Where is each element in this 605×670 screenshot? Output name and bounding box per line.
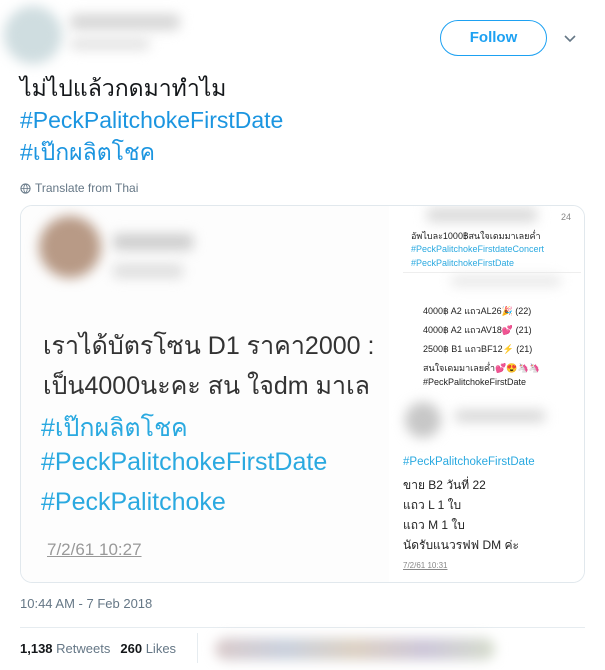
photo-hashtag: #PeckPalitchokeFirstDate bbox=[411, 258, 515, 268]
photo-avatar bbox=[39, 216, 101, 278]
photo-text-line: แถว L 1 ใบ bbox=[403, 498, 462, 512]
photo-username bbox=[113, 264, 183, 278]
photo-text-line: สนใจเดมมาเลยค่ำ💕😍🦄🦄 bbox=[423, 363, 540, 373]
tweet-media[interactable]: เราได้บัตรโซน D1 ราคา2000 : เป็น4000นะคะ… bbox=[20, 205, 585, 583]
photo-text-line: 2500฿ B1 แถวBF12⚡ (21) bbox=[423, 344, 533, 354]
follow-button[interactable]: Follow bbox=[440, 20, 547, 56]
photo-text-line: อัพไบละ1000฿สนใจเดมมาเลยค่ำ bbox=[411, 231, 541, 241]
photo-text-line: #PeckPalitchokeFirstDate bbox=[423, 377, 527, 387]
photo-name bbox=[451, 276, 561, 286]
photo-date: 7/2/61 10:31 bbox=[403, 561, 448, 570]
translate-link[interactable]: Translate from Thai bbox=[20, 181, 138, 195]
likes-label: Likes bbox=[145, 641, 177, 656]
photo-text-line: เราได้บัตรโซน D1 ราคา2000 : bbox=[43, 332, 375, 360]
tweet-stats: 1,138 Retweets 260 Likes bbox=[20, 641, 176, 656]
likes-count: 260 bbox=[120, 641, 143, 656]
retweets-stat[interactable]: 1,138 Retweets bbox=[20, 641, 110, 656]
media-photo-left[interactable]: เราได้บัตรโซน D1 ราคา2000 : เป็น4000นะคะ… bbox=[21, 206, 389, 582]
screenshot-divider bbox=[403, 272, 581, 273]
tweet-timestamp[interactable]: 10:44 AM - 7 Feb 2018 bbox=[20, 596, 152, 611]
globe-icon bbox=[20, 182, 31, 194]
photo-name bbox=[113, 234, 193, 250]
photo-text-line: เป็น4000นะคะ สน ใจdm มาเล bbox=[43, 372, 370, 400]
photo-text-line: 4000฿ A2 แถวAV18💕 (21) bbox=[423, 325, 532, 335]
likes-stat[interactable]: 260 Likes bbox=[120, 641, 176, 656]
photo-time: 24 bbox=[561, 212, 572, 222]
photo-date: 7/2/61 10:27 bbox=[47, 540, 142, 559]
media-photo-right[interactable]: 24 อัพไบละ1000฿สนใจเดมมาเลยค่ำ #PeckPali… bbox=[391, 206, 584, 582]
photo-hashtag: #PeckPalitchoke bbox=[41, 488, 226, 516]
translate-label: Translate from Thai bbox=[35, 181, 139, 195]
photo-hashtag: #PeckPalitchokeFirstDate bbox=[41, 448, 328, 476]
photo-hashtag: #PeckPalitchokeFirstDate bbox=[403, 456, 535, 468]
photo-text-line: 4000฿ A2 แถวAL26🎉 (22) bbox=[423, 306, 532, 316]
retweets-count: 1,138 bbox=[20, 641, 53, 656]
photo-text-line: ขาย B2 วันที่ 22 bbox=[403, 478, 486, 492]
divider bbox=[20, 627, 585, 628]
photo-text-line: นัดรับแนวรฟฟ DM ค่ะ bbox=[403, 538, 519, 552]
photo-hashtag: #เป๊กผลิตโชค bbox=[41, 414, 188, 442]
photo-hashtag: #PeckPalitchokeFirstdateConcert bbox=[411, 244, 545, 254]
photo-name bbox=[427, 208, 537, 222]
photo-name bbox=[455, 410, 545, 422]
username[interactable] bbox=[70, 38, 150, 50]
chevron-down-icon[interactable] bbox=[560, 28, 580, 48]
tweet-line: ไม่ไปแล้วกดมาทำไม bbox=[20, 75, 227, 101]
tweet-text: ไม่ไปแล้วกดมาทำไม #PeckPalitchokeFirstDa… bbox=[20, 72, 580, 168]
avatar[interactable] bbox=[4, 6, 62, 64]
hashtag-link[interactable]: #เป๊กผลิตโชค bbox=[20, 136, 580, 168]
retweets-label: Retweets bbox=[56, 641, 111, 656]
hashtag-link[interactable]: #PeckPalitchokeFirstDate bbox=[20, 104, 580, 136]
photo-avatar bbox=[405, 402, 441, 438]
display-name[interactable] bbox=[70, 14, 180, 30]
liker-avatars[interactable] bbox=[215, 638, 495, 660]
photo-text-line: แถว M 1 ใบ bbox=[403, 518, 465, 532]
stats-separator bbox=[197, 633, 198, 663]
